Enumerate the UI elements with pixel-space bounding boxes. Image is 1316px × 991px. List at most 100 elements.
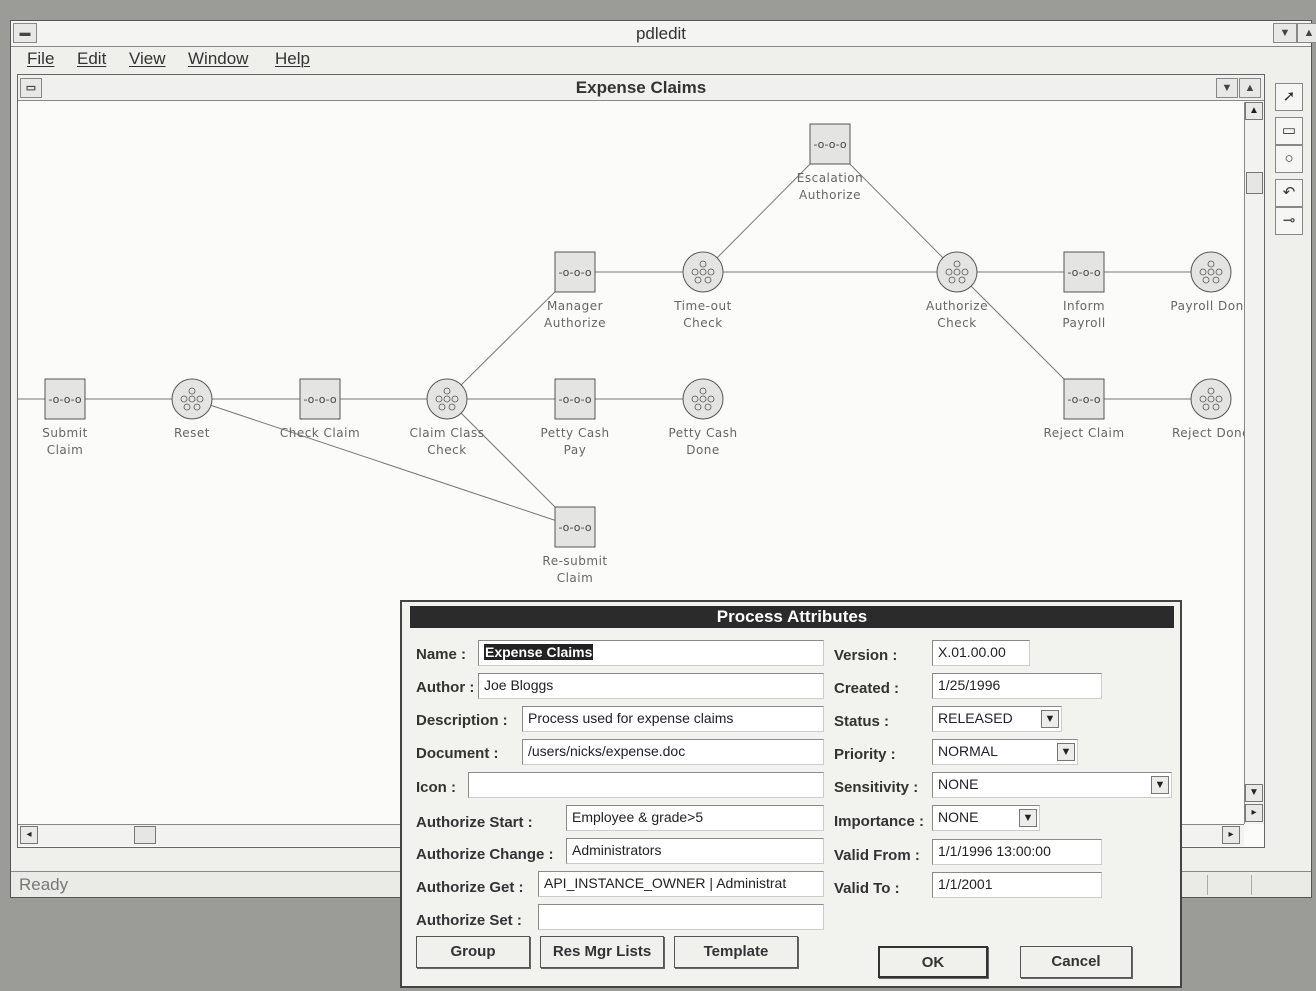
maximize-icon[interactable]: ▲: [1297, 23, 1316, 43]
route-circle-icon: [426, 378, 468, 420]
route-node[interactable]: Claim Class Check: [410, 378, 485, 457]
authorize-change-field[interactable]: Administrators: [566, 838, 824, 864]
child-title: Expense Claims: [575, 78, 707, 97]
description-field[interactable]: Process used for expense claims: [522, 706, 824, 732]
scroll-up-icon[interactable]: ▲: [1245, 102, 1263, 120]
scroll-down-icon[interactable]: ▼: [1245, 784, 1263, 802]
node-label: Payroll Done: [1170, 299, 1244, 313]
document-label: Document :: [416, 745, 499, 762]
menu-view[interactable]: View: [129, 49, 166, 69]
priority-label: Priority :: [834, 746, 896, 763]
chevron-down-icon[interactable]: ▼: [1057, 743, 1075, 761]
curve-tool-icon[interactable]: ↶: [1275, 179, 1303, 207]
document-field[interactable]: /users/nicks/expense.doc: [522, 739, 824, 765]
status-divider: [1207, 875, 1208, 895]
menu-window[interactable]: Window: [188, 49, 248, 69]
template-button[interactable]: Template: [674, 936, 798, 968]
created-label: Created :: [834, 680, 900, 697]
route-node[interactable]: Payroll Done: [1170, 251, 1244, 313]
minimize-icon[interactable]: ▼: [1273, 23, 1297, 43]
route-circle-icon: [682, 251, 724, 293]
menu-edit[interactable]: Edit: [77, 49, 106, 69]
activity-node[interactable]: -o-o-o Inform Payroll: [1062, 251, 1105, 330]
menu-file[interactable]: File: [27, 49, 54, 69]
node-label: Authorize: [926, 299, 988, 313]
route-node[interactable]: Reset: [171, 378, 213, 440]
node-label: Done: [686, 443, 720, 457]
app-title: pdledit: [635, 24, 687, 43]
res-mgr-lists-button[interactable]: Res Mgr Lists: [540, 936, 664, 968]
route-circle-icon: [1190, 378, 1232, 420]
activity-node[interactable]: -o-o-o Manager Authorize: [544, 251, 606, 330]
authorize-set-field[interactable]: [538, 904, 824, 930]
cancel-button[interactable]: Cancel: [1020, 946, 1132, 978]
version-field[interactable]: X.01.00.00: [932, 640, 1030, 666]
scroll-corner-icon[interactable]: ▸: [1245, 804, 1263, 822]
child-titlebar: ▭ Expense Claims ▼ ▲: [18, 75, 1264, 101]
activity-node[interactable]: -o-o-o Re-submit Claim: [542, 506, 607, 585]
link-chain-icon: -o-o-o: [558, 521, 591, 534]
icon-field[interactable]: [468, 772, 824, 798]
activity-node[interactable]: -o-o-o Reject Claim: [1043, 378, 1124, 440]
status-select[interactable]: RELEASED ▼: [932, 706, 1062, 732]
icon-label: Icon :: [416, 779, 456, 796]
priority-select[interactable]: NORMAL ▼: [932, 739, 1078, 765]
node-label: Submit: [42, 426, 88, 440]
link-chain-icon: -o-o-o: [1067, 266, 1100, 279]
chevron-down-icon[interactable]: ▼: [1041, 710, 1059, 728]
chevron-down-icon[interactable]: ▼: [1151, 776, 1169, 794]
node-label: Check: [937, 316, 976, 330]
activity-node[interactable]: -o-o-o Escalation Authorize: [797, 123, 863, 202]
child-minimize-icon[interactable]: ▼: [1216, 78, 1238, 98]
ok-button[interactable]: OK: [878, 946, 988, 978]
node-label: Petty Cash: [540, 426, 609, 440]
node-label: Claim: [557, 571, 594, 585]
authorize-start-field[interactable]: Employee & grade>5: [566, 805, 824, 831]
vertical-scroll-thumb[interactable]: [1246, 172, 1263, 194]
node-label: Claim Class: [410, 426, 485, 440]
status-label: Status :: [834, 713, 890, 730]
status-text: Ready: [19, 875, 69, 894]
child-maximize-icon[interactable]: ▲: [1239, 78, 1261, 98]
name-label: Name :: [416, 646, 467, 663]
name-field[interactable]: Expense Claims: [478, 640, 824, 666]
link-chain-icon: -o-o-o: [558, 393, 591, 406]
node-label: Inform: [1063, 299, 1105, 313]
authorize-get-field[interactable]: API_INSTANCE_OWNER | Administrat: [538, 871, 824, 897]
child-system-menu-icon[interactable]: ▭: [20, 78, 42, 98]
node-label: Reject Claim: [1043, 426, 1124, 440]
route-node[interactable]: Reject Done: [1172, 378, 1244, 440]
flow-connector[interactable]: [191, 398, 576, 528]
group-button[interactable]: Group: [416, 936, 530, 968]
pointer-tool-icon[interactable]: ➚: [1275, 83, 1303, 111]
scroll-left-icon[interactable]: ◂: [20, 826, 38, 844]
circle-tool-icon[interactable]: ○: [1275, 145, 1303, 173]
created-field[interactable]: 1/25/1996: [932, 673, 1102, 699]
system-menu-icon[interactable]: ▬: [13, 23, 37, 43]
valid-from-field[interactable]: 1/1/1996 13:00:00: [932, 839, 1102, 865]
activity-node[interactable]: -o-o-o Submit Claim: [42, 378, 88, 457]
valid-to-field[interactable]: 1/1/2001: [932, 872, 1102, 898]
node-label: Escalation: [797, 171, 863, 185]
rectangle-tool-icon[interactable]: ▭: [1275, 117, 1303, 145]
sensitivity-select[interactable]: NONE ▼: [932, 772, 1172, 798]
node-label: Payroll: [1062, 316, 1105, 330]
sensitivity-label: Sensitivity :: [834, 779, 919, 796]
chevron-down-icon[interactable]: ▼: [1019, 809, 1037, 827]
connector-tool-icon[interactable]: ⊸: [1275, 207, 1303, 235]
node-label: Time-out: [673, 299, 732, 313]
horizontal-scroll-thumb[interactable]: [134, 826, 156, 844]
activity-node[interactable]: -o-o-o Petty Cash Pay: [540, 378, 609, 457]
authorize-change-label: Authorize Change :: [416, 846, 554, 863]
route-node[interactable]: Time-out Check: [673, 251, 732, 330]
importance-select[interactable]: NONE ▼: [932, 805, 1040, 831]
author-field[interactable]: Joe Bloggs: [478, 673, 824, 699]
route-node[interactable]: Authorize Check: [926, 251, 988, 330]
scroll-right-icon[interactable]: ▸: [1222, 826, 1240, 844]
activity-node[interactable]: -o-o-o Check Claim: [280, 378, 360, 440]
route-node[interactable]: Petty Cash Done: [668, 378, 737, 457]
vertical-scrollbar[interactable]: ▲ ▼ ▸: [1244, 102, 1264, 824]
node-label: Check: [683, 316, 722, 330]
node-label: Re-submit: [542, 554, 607, 568]
menu-help[interactable]: Help: [275, 49, 310, 69]
